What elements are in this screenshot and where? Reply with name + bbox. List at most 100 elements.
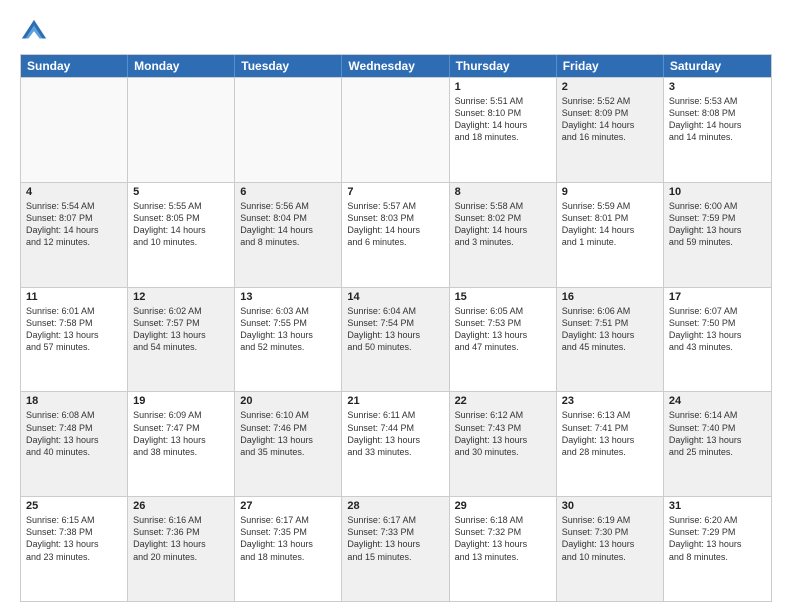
day-number: 16	[562, 291, 658, 303]
cell-info: Sunrise: 6:02 AM Sunset: 7:57 PM Dayligh…	[133, 305, 229, 354]
cal-cell	[235, 78, 342, 182]
cell-info: Sunrise: 6:09 AM Sunset: 7:47 PM Dayligh…	[133, 409, 229, 458]
calendar: SundayMondayTuesdayWednesdayThursdayFrid…	[20, 54, 772, 602]
cal-cell	[128, 78, 235, 182]
day-number: 18	[26, 395, 122, 407]
cal-cell: 13 Sunrise: 6:03 AM Sunset: 7:55 PM Dayli…	[235, 288, 342, 392]
cal-header-tuesday: Tuesday	[235, 55, 342, 77]
day-number: 17	[669, 291, 766, 303]
cal-cell: 11 Sunrise: 6:01 AM Sunset: 7:58 PM Dayli…	[21, 288, 128, 392]
day-number: 23	[562, 395, 658, 407]
cell-info: Sunrise: 6:20 AM Sunset: 7:29 PM Dayligh…	[669, 514, 766, 563]
day-number: 24	[669, 395, 766, 407]
cal-week-2: 4 Sunrise: 5:54 AM Sunset: 8:07 PM Daylig…	[21, 182, 771, 287]
cal-cell: 23 Sunrise: 6:13 AM Sunset: 7:41 PM Dayli…	[557, 392, 664, 496]
cal-cell: 16 Sunrise: 6:06 AM Sunset: 7:51 PM Dayli…	[557, 288, 664, 392]
cell-info: Sunrise: 5:54 AM Sunset: 8:07 PM Dayligh…	[26, 200, 122, 249]
header	[20, 18, 772, 46]
cal-cell: 5 Sunrise: 5:55 AM Sunset: 8:05 PM Daylig…	[128, 183, 235, 287]
cal-cell: 4 Sunrise: 5:54 AM Sunset: 8:07 PM Daylig…	[21, 183, 128, 287]
cell-info: Sunrise: 6:10 AM Sunset: 7:46 PM Dayligh…	[240, 409, 336, 458]
calendar-header-row: SundayMondayTuesdayWednesdayThursdayFrid…	[21, 55, 771, 77]
cal-cell: 10Sunrise: 6:00 AM Sunset: 7:59 PM Dayli…	[664, 183, 771, 287]
page: SundayMondayTuesdayWednesdayThursdayFrid…	[0, 0, 792, 612]
cal-cell: 3 Sunrise: 5:53 AM Sunset: 8:08 PM Daylig…	[664, 78, 771, 182]
cell-info: Sunrise: 6:07 AM Sunset: 7:50 PM Dayligh…	[669, 305, 766, 354]
cal-week-4: 18 Sunrise: 6:08 AM Sunset: 7:48 PM Dayli…	[21, 391, 771, 496]
day-number: 25	[26, 500, 122, 512]
day-number: 30	[562, 500, 658, 512]
cal-cell	[342, 78, 449, 182]
cal-cell: 28Sunrise: 6:17 AM Sunset: 7:33 PM Dayli…	[342, 497, 449, 601]
day-number: 27	[240, 500, 336, 512]
day-number: 3	[669, 81, 766, 93]
cal-header-sunday: Sunday	[21, 55, 128, 77]
cal-header-saturday: Saturday	[664, 55, 771, 77]
cal-cell: 2 Sunrise: 5:52 AM Sunset: 8:09 PM Daylig…	[557, 78, 664, 182]
cal-cell: 26 Sunrise: 6:16 AM Sunset: 7:36 PM Dayli…	[128, 497, 235, 601]
cell-info: Sunrise: 6:06 AM Sunset: 7:51 PM Dayligh…	[562, 305, 658, 354]
day-number: 4	[26, 186, 122, 198]
day-number: 12	[133, 291, 229, 303]
day-number: 31	[669, 500, 766, 512]
day-number: 19	[133, 395, 229, 407]
cell-info: Sunrise: 5:57 AM Sunset: 8:03 PM Dayligh…	[347, 200, 443, 249]
day-number: 8	[455, 186, 551, 198]
cal-cell: 22Sunrise: 6:12 AM Sunset: 7:43 PM Dayli…	[450, 392, 557, 496]
cell-info: Sunrise: 5:55 AM Sunset: 8:05 PM Dayligh…	[133, 200, 229, 249]
day-number: 9	[562, 186, 658, 198]
cal-cell: 31 Sunrise: 6:20 AM Sunset: 7:29 PM Dayli…	[664, 497, 771, 601]
cal-week-5: 25 Sunrise: 6:15 AM Sunset: 7:38 PM Dayli…	[21, 496, 771, 601]
cal-cell: 19 Sunrise: 6:09 AM Sunset: 7:47 PM Dayli…	[128, 392, 235, 496]
cal-cell: 25 Sunrise: 6:15 AM Sunset: 7:38 PM Dayli…	[21, 497, 128, 601]
cell-info: Sunrise: 6:05 AM Sunset: 7:53 PM Dayligh…	[455, 305, 551, 354]
cal-header-wednesday: Wednesday	[342, 55, 449, 77]
day-number: 20	[240, 395, 336, 407]
day-number: 7	[347, 186, 443, 198]
cal-cell: 24 Sunrise: 6:14 AM Sunset: 7:40 PM Dayli…	[664, 392, 771, 496]
cal-header-thursday: Thursday	[450, 55, 557, 77]
day-number: 6	[240, 186, 336, 198]
cal-cell: 27Sunrise: 6:17 AM Sunset: 7:35 PM Dayli…	[235, 497, 342, 601]
cell-info: Sunrise: 6:13 AM Sunset: 7:41 PM Dayligh…	[562, 409, 658, 458]
day-number: 21	[347, 395, 443, 407]
cell-info: Sunrise: 5:52 AM Sunset: 8:09 PM Dayligh…	[562, 95, 658, 144]
calendar-body: 1Sunrise: 5:51 AM Sunset: 8:10 PM Daylig…	[21, 77, 771, 601]
cell-info: Sunrise: 5:51 AM Sunset: 8:10 PM Dayligh…	[455, 95, 551, 144]
cell-info: Sunrise: 5:53 AM Sunset: 8:08 PM Dayligh…	[669, 95, 766, 144]
day-number: 14	[347, 291, 443, 303]
cell-info: Sunrise: 6:08 AM Sunset: 7:48 PM Dayligh…	[26, 409, 122, 458]
cal-cell: 6Sunrise: 5:56 AM Sunset: 8:04 PM Daylig…	[235, 183, 342, 287]
cell-info: Sunrise: 5:58 AM Sunset: 8:02 PM Dayligh…	[455, 200, 551, 249]
cal-cell: 14Sunrise: 6:04 AM Sunset: 7:54 PM Dayli…	[342, 288, 449, 392]
cal-week-3: 11 Sunrise: 6:01 AM Sunset: 7:58 PM Dayli…	[21, 287, 771, 392]
day-number: 29	[455, 500, 551, 512]
day-number: 10	[669, 186, 766, 198]
cell-info: Sunrise: 6:17 AM Sunset: 7:33 PM Dayligh…	[347, 514, 443, 563]
cal-cell: 21 Sunrise: 6:11 AM Sunset: 7:44 PM Dayli…	[342, 392, 449, 496]
day-number: 5	[133, 186, 229, 198]
day-number: 26	[133, 500, 229, 512]
day-number: 13	[240, 291, 336, 303]
cal-header-friday: Friday	[557, 55, 664, 77]
cell-info: Sunrise: 6:14 AM Sunset: 7:40 PM Dayligh…	[669, 409, 766, 458]
cell-info: Sunrise: 6:01 AM Sunset: 7:58 PM Dayligh…	[26, 305, 122, 354]
cal-cell: 30Sunrise: 6:19 AM Sunset: 7:30 PM Dayli…	[557, 497, 664, 601]
cal-cell: 18 Sunrise: 6:08 AM Sunset: 7:48 PM Dayli…	[21, 392, 128, 496]
cal-header-monday: Monday	[128, 55, 235, 77]
cal-cell: 7 Sunrise: 5:57 AM Sunset: 8:03 PM Daylig…	[342, 183, 449, 287]
cell-info: Sunrise: 6:16 AM Sunset: 7:36 PM Dayligh…	[133, 514, 229, 563]
logo	[20, 18, 52, 46]
day-number: 15	[455, 291, 551, 303]
cell-info: Sunrise: 6:18 AM Sunset: 7:32 PM Dayligh…	[455, 514, 551, 563]
day-number: 2	[562, 81, 658, 93]
cell-info: Sunrise: 6:11 AM Sunset: 7:44 PM Dayligh…	[347, 409, 443, 458]
cal-cell: 29 Sunrise: 6:18 AM Sunset: 7:32 PM Dayli…	[450, 497, 557, 601]
cell-info: Sunrise: 6:03 AM Sunset: 7:55 PM Dayligh…	[240, 305, 336, 354]
cal-week-1: 1Sunrise: 5:51 AM Sunset: 8:10 PM Daylig…	[21, 77, 771, 182]
day-number: 11	[26, 291, 122, 303]
cell-info: Sunrise: 6:15 AM Sunset: 7:38 PM Dayligh…	[26, 514, 122, 563]
day-number: 22	[455, 395, 551, 407]
cal-cell: 8 Sunrise: 5:58 AM Sunset: 8:02 PM Daylig…	[450, 183, 557, 287]
cell-info: Sunrise: 5:59 AM Sunset: 8:01 PM Dayligh…	[562, 200, 658, 249]
